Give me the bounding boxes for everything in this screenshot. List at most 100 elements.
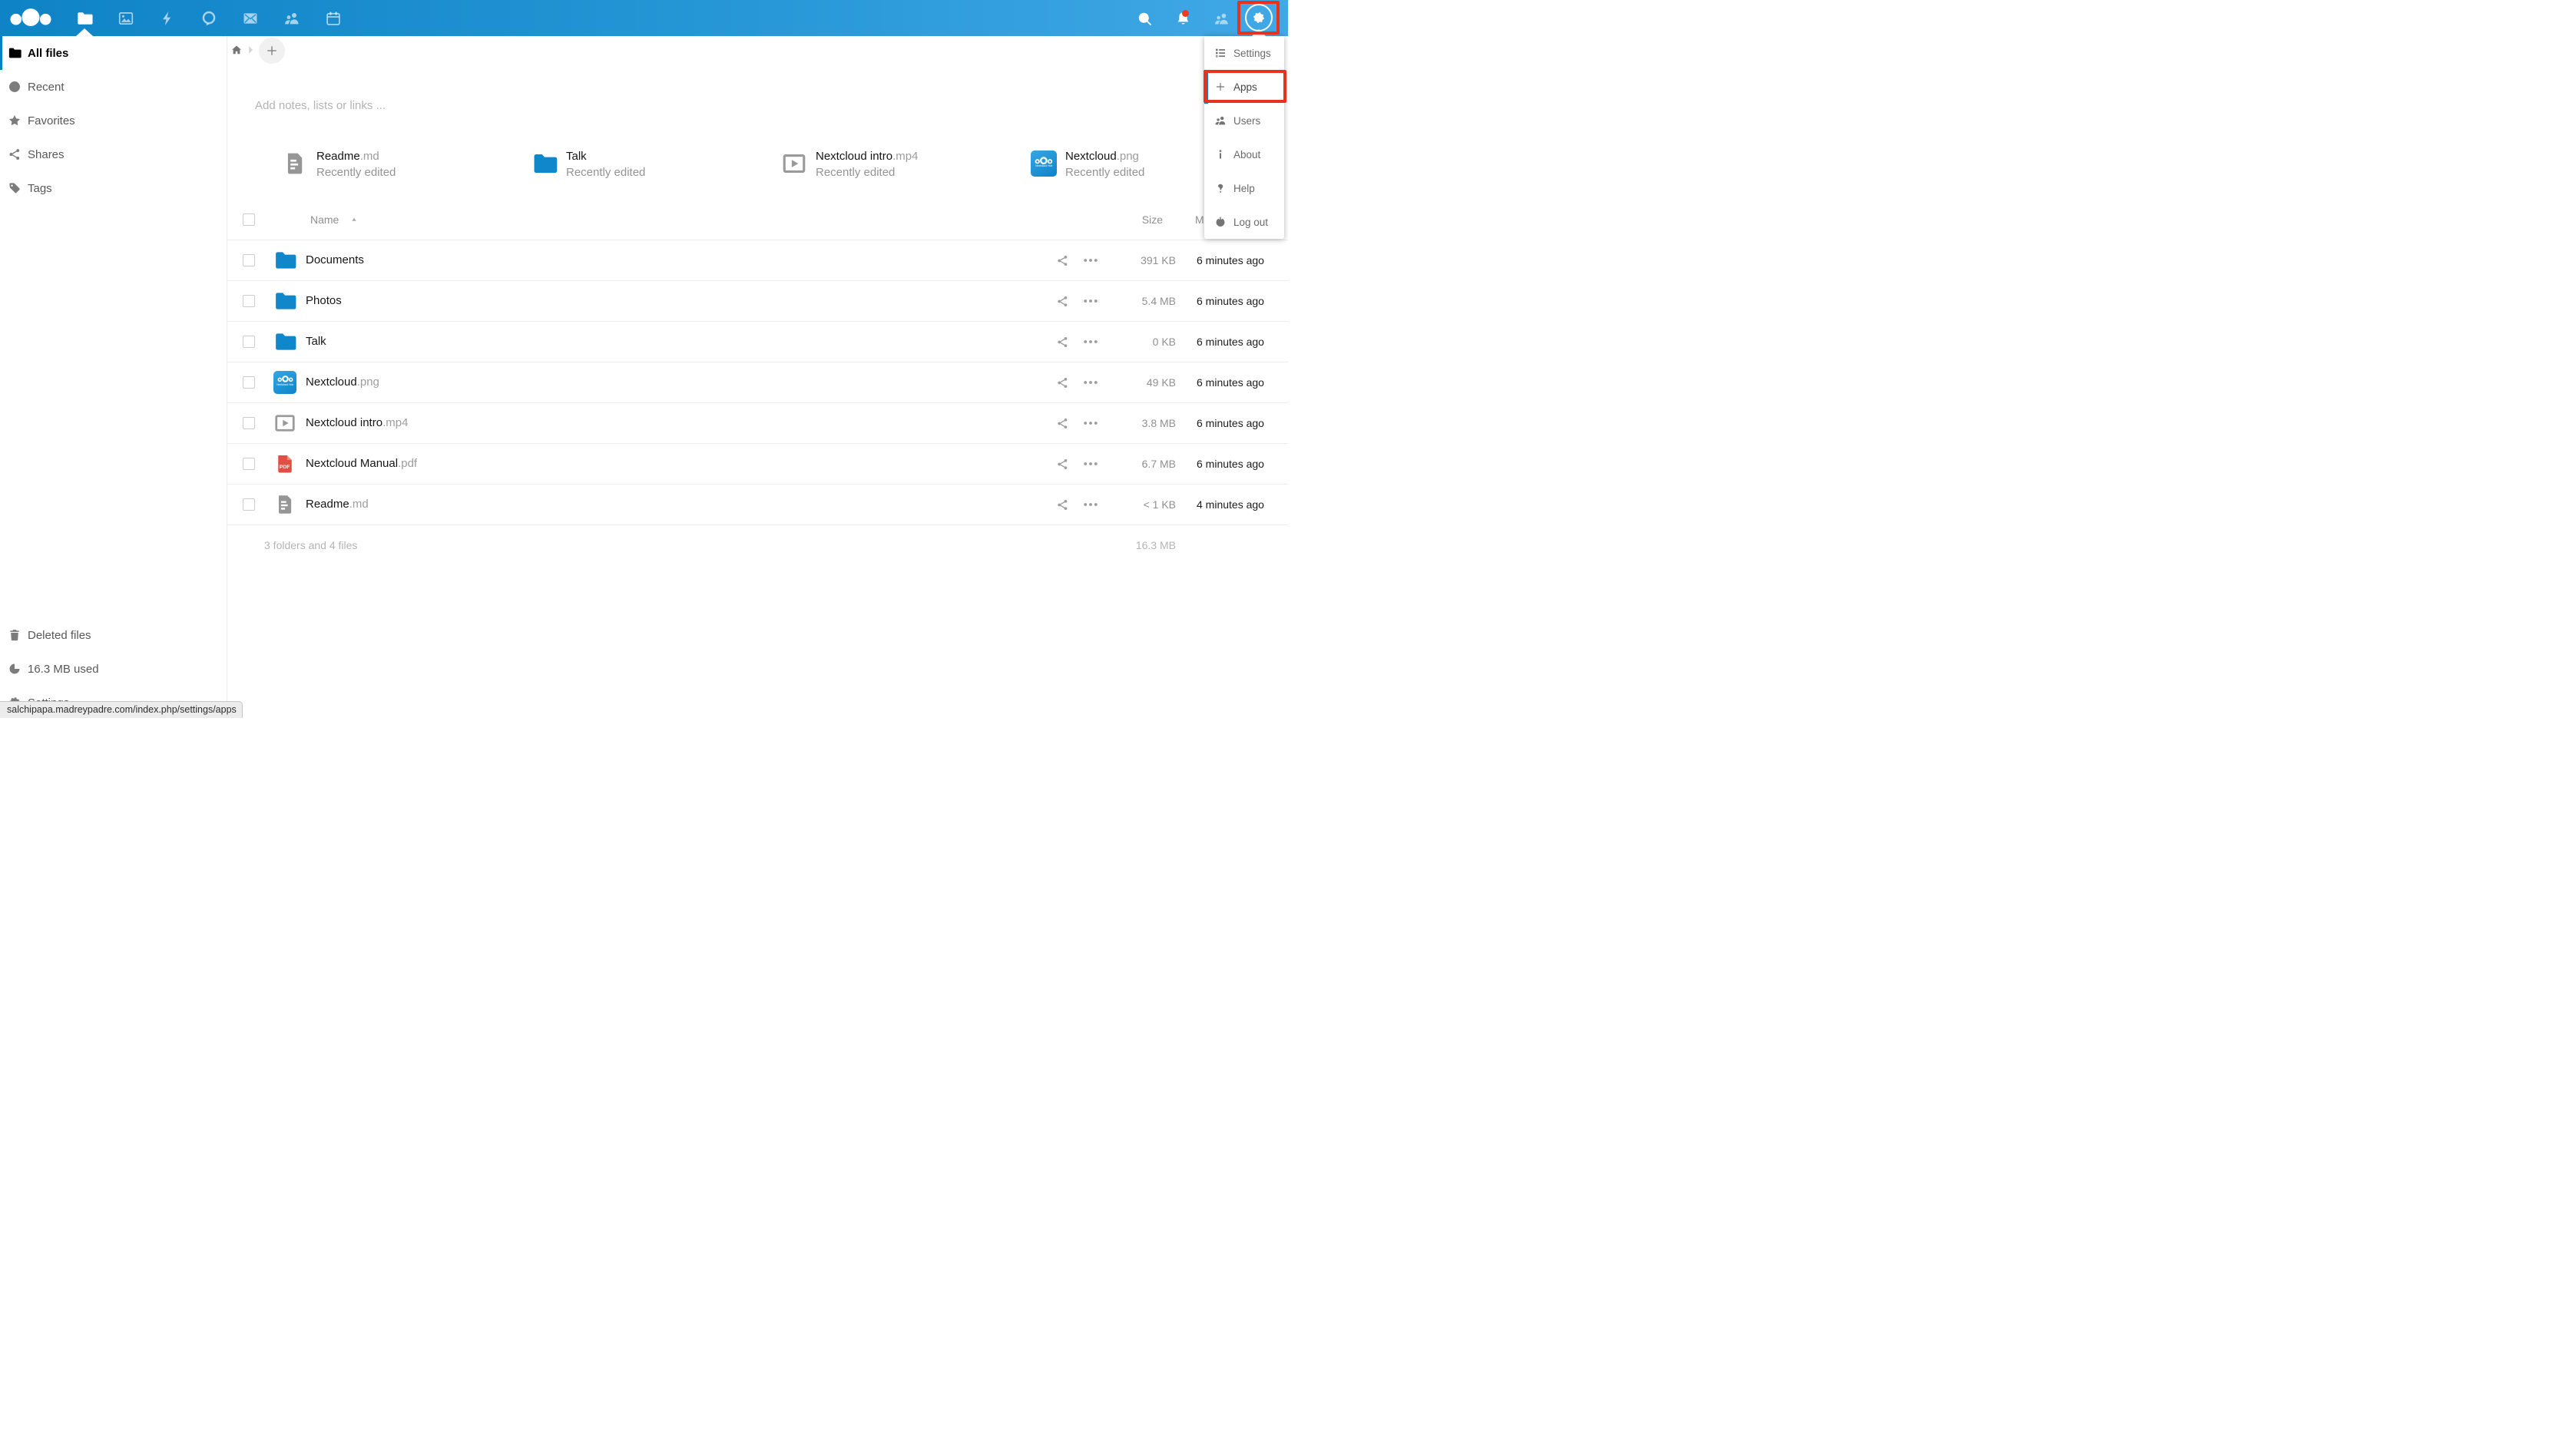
table-row-documents[interactable]: Documents 391 KB 6 minutes ago xyxy=(227,240,1288,281)
menu-item-settings[interactable]: Settings xyxy=(1204,36,1284,70)
row-checkbox[interactable] xyxy=(243,295,255,307)
share-button[interactable] xyxy=(1056,295,1069,308)
file-extension: .mp4 xyxy=(892,150,918,163)
file-size: < 1 KB xyxy=(1099,498,1176,511)
recent-card-title: Nextcloud.png xyxy=(1065,150,1144,164)
file-modified: 4 minutes ago xyxy=(1197,498,1264,511)
more-actions-button[interactable] xyxy=(1082,293,1099,309)
notes-input[interactable]: Add notes, lists or links ... xyxy=(255,99,386,112)
sidebar-item-tags[interactable]: Tags xyxy=(0,171,227,205)
more-actions-button[interactable] xyxy=(1082,333,1099,350)
more-actions-button[interactable] xyxy=(1082,415,1099,432)
more-actions-button[interactable] xyxy=(1082,252,1099,269)
pie-icon xyxy=(8,662,22,676)
sidebar-item-deleted-files[interactable]: Deleted files xyxy=(0,618,227,652)
row-checkbox[interactable] xyxy=(243,336,255,348)
app-photos-button[interactable] xyxy=(109,0,143,36)
topbar xyxy=(0,0,1288,36)
column-header-name[interactable]: Name xyxy=(310,213,339,226)
row-checkbox[interactable] xyxy=(243,458,255,470)
share-button[interactable] xyxy=(1056,376,1069,389)
file-name-link[interactable]: Nextcloud.png xyxy=(306,376,379,389)
table-row-photos[interactable]: Photos5.4 MB6 minutes ago xyxy=(227,281,1288,322)
folder-icon xyxy=(76,10,93,27)
file-size: 391 KB xyxy=(1099,254,1176,266)
app-contacts-button[interactable] xyxy=(275,0,309,36)
recent-card-nextcloud-intro-mp4[interactable]: Nextcloud intro.mp4Recently edited xyxy=(780,147,1021,189)
power-icon xyxy=(1214,216,1227,228)
share-button[interactable] xyxy=(1056,336,1069,349)
share-button[interactable] xyxy=(1056,417,1069,430)
more-actions-button[interactable] xyxy=(1082,496,1099,513)
files-table-header: Name Size Modified xyxy=(227,200,1288,240)
file-name-link[interactable]: Nextcloud Manual.pdf xyxy=(306,457,417,470)
sidebar-item-all-files[interactable]: All files xyxy=(0,36,227,70)
settings-avatar-button[interactable] xyxy=(1245,4,1273,31)
pdf-icon: PDF xyxy=(273,452,296,475)
file-name-link[interactable]: Nextcloud intro.mp4 xyxy=(306,416,408,429)
row-checkbox[interactable] xyxy=(243,376,255,389)
menu-item-log-out[interactable]: Log out xyxy=(1204,205,1284,239)
row-checkbox[interactable] xyxy=(243,498,255,511)
file-name-link[interactable]: Photos xyxy=(306,294,342,307)
table-row-nextcloud-png[interactable]: Nextcloud HubNextcloud.png49 KB6 minutes… xyxy=(227,362,1288,403)
recent-card-text: Nextcloud.pngRecently edited xyxy=(1065,147,1144,189)
search-button[interactable] xyxy=(1134,8,1155,29)
more-actions-button[interactable] xyxy=(1082,455,1099,472)
row-checkbox[interactable] xyxy=(243,254,255,266)
select-all-checkbox[interactable] xyxy=(243,213,255,226)
app-activity-button[interactable] xyxy=(151,0,184,36)
recent-card-text: TalkRecently edited xyxy=(566,147,645,189)
file-name-link[interactable]: Talk xyxy=(306,335,326,348)
menu-item-label: Log out xyxy=(1233,217,1268,228)
notification-badge xyxy=(1182,10,1189,17)
table-row-readme-md[interactable]: Readme.md < 1 KB 4 minutes ago xyxy=(227,485,1288,525)
table-row-nextcloud-intro-mp4[interactable]: Nextcloud intro.mp43.8 MB6 minutes ago xyxy=(227,403,1288,444)
menu-item-apps[interactable]: Apps xyxy=(1204,70,1284,104)
menu-item-label: Settings xyxy=(1233,48,1271,59)
menu-item-label: About xyxy=(1233,149,1260,160)
nextcloud-thumb-label: Nextcloud Hub xyxy=(276,383,293,386)
table-row-nextcloud-manual-pdf[interactable]: PDFNextcloud Manual.pdf6.7 MB6 minutes a… xyxy=(227,444,1288,485)
sidebar-item-16-3-mb-used[interactable]: 16.3 MB used xyxy=(0,652,227,686)
file-size: 0 KB xyxy=(1099,336,1176,348)
menu-item-about[interactable]: About xyxy=(1204,137,1284,171)
files-count-summary: 3 folders and 4 files xyxy=(264,539,357,551)
app-mail-button[interactable] xyxy=(233,0,267,36)
menu-item-help[interactable]: Help xyxy=(1204,171,1284,205)
sidebar-item-favorites[interactable]: Favorites xyxy=(0,104,227,137)
new-file-button[interactable] xyxy=(259,38,285,64)
sidebar-item-shares[interactable]: Shares xyxy=(0,137,227,171)
recent-card-readme-md[interactable]: Readme.mdRecently edited xyxy=(280,147,522,189)
file-basename: Nextcloud xyxy=(1065,150,1117,163)
sidebar-item-recent[interactable]: Recent xyxy=(0,70,227,104)
share-button[interactable] xyxy=(1056,254,1069,267)
file-extension: .mp4 xyxy=(382,416,408,429)
home-breadcrumb-button[interactable] xyxy=(230,44,243,56)
photos-icon xyxy=(118,10,134,27)
contacts-menu-button[interactable] xyxy=(1210,8,1232,29)
table-row-talk[interactable]: Talk0 KB6 minutes ago xyxy=(227,322,1288,362)
sort-ascending-icon xyxy=(349,215,359,224)
share-button[interactable] xyxy=(1056,498,1069,511)
row-checkbox[interactable] xyxy=(243,417,255,429)
file-name-link[interactable]: Documents xyxy=(306,253,364,266)
column-header-size[interactable]: Size xyxy=(1086,213,1163,226)
file-name-link[interactable]: Readme.md xyxy=(306,498,369,511)
more-actions-button[interactable] xyxy=(1082,374,1099,391)
menu-item-users[interactable]: Users xyxy=(1204,104,1284,137)
app-files-button[interactable] xyxy=(68,0,101,36)
file-modified: 6 minutes ago xyxy=(1197,254,1264,266)
app-talk-button[interactable] xyxy=(192,0,226,36)
nextcloud-logo[interactable] xyxy=(9,5,52,30)
app-calendar-button[interactable] xyxy=(316,0,350,36)
video-icon xyxy=(781,151,807,177)
plus-icon xyxy=(1214,81,1227,93)
files-sidebar: All filesRecentFavoritesSharesTags Delet… xyxy=(0,36,227,718)
sidebar-nav-list: All filesRecentFavoritesSharesTags xyxy=(0,36,227,205)
file-type-icon-box xyxy=(273,330,296,353)
contacts-icon xyxy=(1214,11,1230,27)
share-button[interactable] xyxy=(1056,458,1069,471)
files-summary-row: 3 folders and 4 files 16.3 MB xyxy=(227,525,1288,566)
recent-card-talk[interactable]: TalkRecently edited xyxy=(530,147,772,189)
